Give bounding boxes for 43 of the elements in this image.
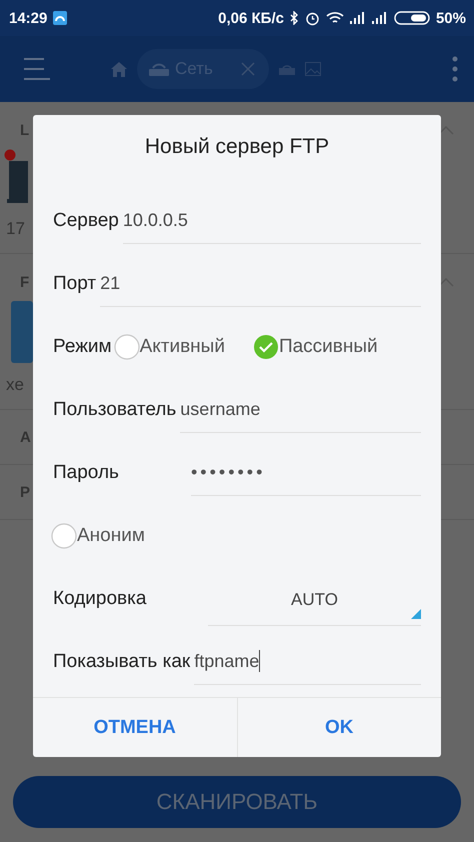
input-field[interactable]: 21 <box>100 260 421 307</box>
radio-button[interactable] <box>252 334 279 360</box>
bluetooth-icon <box>290 11 299 25</box>
app-notification-icon <box>53 11 68 25</box>
field-label: Пользователь <box>53 398 176 420</box>
folder-tile[interactable] <box>11 301 33 363</box>
image-icon[interactable] <box>304 62 321 76</box>
dropdown-icon <box>411 609 421 619</box>
chevron-up-icon[interactable] <box>438 126 454 135</box>
encoding-dropdown[interactable]: AUTO <box>208 575 421 626</box>
more-icon[interactable] <box>452 56 458 82</box>
status-time: 14:29 <box>9 10 48 26</box>
battery-icon <box>394 11 430 25</box>
field-label: Сервер <box>53 210 119 232</box>
alarm-icon <box>304 10 320 26</box>
input-field[interactable]: •••••••• <box>191 449 421 496</box>
field-label: Режим <box>53 336 112 358</box>
field-label: Кодировка <box>53 588 148 610</box>
radio-button[interactable] <box>51 522 77 548</box>
router-icon[interactable] <box>278 63 295 75</box>
close-icon[interactable] <box>240 62 255 76</box>
anonymous-toggle[interactable]: Аноним <box>51 522 145 548</box>
wifi-icon <box>326 12 344 24</box>
input-field[interactable]: 10.0.0.5 <box>122 197 421 244</box>
dialog-title: Новый сервер FTP <box>144 134 330 160</box>
cancel-button[interactable]: ОТМЕНА <box>33 698 236 757</box>
radio-option[interactable]: Пассивный <box>252 334 378 360</box>
field-label: Показывать как <box>53 650 190 672</box>
radio-option[interactable]: Активный <box>114 334 225 360</box>
menu-icon[interactable] <box>23 57 51 81</box>
battery-percent: 50% <box>436 10 466 26</box>
signal-icon <box>372 12 388 24</box>
field-label: Порт <box>53 272 96 294</box>
ok-button[interactable]: OK <box>236 698 441 757</box>
input-field[interactable]: username <box>180 386 421 433</box>
field-label: Пароль <box>53 462 120 484</box>
router-icon <box>149 62 169 76</box>
signal-icon <box>350 12 366 24</box>
input-field[interactable]: ftpname <box>194 638 421 685</box>
radio-button[interactable] <box>114 334 140 360</box>
network-speed: 0,06 КБ/с <box>218 10 284 26</box>
chevron-up-icon[interactable] <box>438 278 454 287</box>
home-icon[interactable] <box>111 62 127 76</box>
